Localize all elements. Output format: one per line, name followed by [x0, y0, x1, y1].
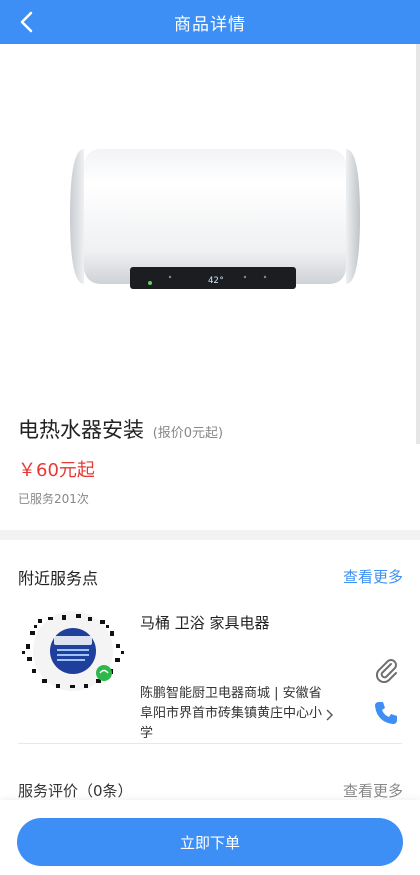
section-gap	[0, 530, 420, 540]
product-name: 电热水器安装	[18, 418, 144, 442]
reviews-section: 服务评价（0条） 查看更多	[0, 744, 420, 804]
reviews-heading: 服务评价（0条）	[18, 782, 133, 800]
nearby-heading: 附近服务点	[18, 569, 99, 588]
reviews-more-link[interactable]: 查看更多	[343, 780, 403, 801]
bottom-action-bar: 立即下单	[0, 800, 420, 875]
product-image: 42°	[0, 44, 420, 394]
svg-text:42°: 42°	[208, 276, 224, 286]
phone-icon[interactable]	[373, 700, 399, 726]
page-title: 商品详情	[174, 14, 246, 35]
water-heater-image: 42°	[70, 149, 360, 289]
chevron-left-icon	[20, 11, 33, 33]
order-now-button[interactable]: 立即下单	[17, 818, 403, 866]
back-button[interactable]	[12, 7, 42, 37]
shop-card[interactable]: 马桶 卫浴 家具电器 陈鹏智能厨卫电器商城 | 安徽省阜阳市界首市砖集镇黄庄中心…	[18, 608, 402, 744]
product-info: 电热水器安装 (报价0元起) ￥60元起 已服务201次	[0, 394, 420, 530]
top-nav-bar: 商品详情	[0, 0, 420, 44]
scrollbar[interactable]	[416, 44, 420, 444]
mini-program-qr-code	[22, 611, 124, 691]
shop-name: 马桶 卫浴 家具电器	[140, 614, 270, 632]
nearby-more-link[interactable]: 查看更多	[343, 566, 403, 587]
nearby-service-section: 附近服务点 查看更多 马桶 卫浴 家具电器 陈鹏智能厨卫电器商城 | 安徽省阜阳…	[0, 540, 420, 745]
shop-address: 陈鹏智能厨卫电器商城 | 安徽省阜阳市界首市砖集镇黄庄中心小学	[140, 686, 323, 741]
served-count: 已服务201次	[18, 492, 89, 506]
price-note: (报价0元起)	[152, 426, 224, 441]
chevron-right-icon[interactable]	[322, 708, 336, 722]
product-price: ￥60元起	[18, 460, 95, 481]
paperclip-icon[interactable]	[372, 655, 400, 683]
